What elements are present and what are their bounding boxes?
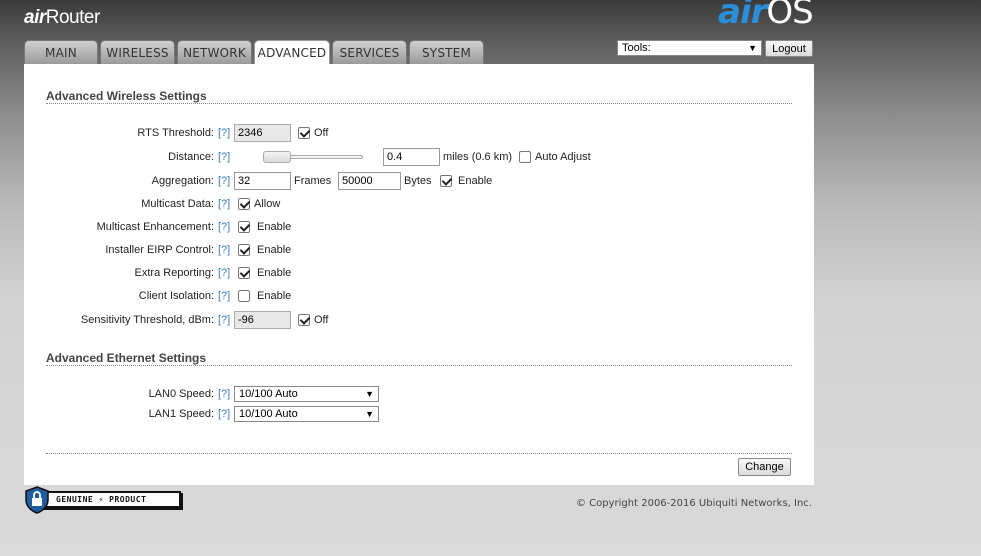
multicast-enhancement-help-link[interactable]: [?] [218, 221, 230, 233]
aggregation-help-link[interactable]: [?] [218, 175, 230, 187]
lan1-speed-select[interactable]: 10/100 Auto ▼ [234, 406, 379, 422]
bytes-label: Bytes [404, 175, 432, 187]
installer-eirp-checkbox[interactable] [238, 244, 250, 256]
airos-logo: airOS [718, 0, 814, 32]
section-divider [46, 365, 792, 366]
sensitivity-row: Sensitivity Threshold, dBm: [?] Off [24, 311, 814, 329]
lock-shield-icon [25, 486, 49, 514]
rts-threshold-label: RTS Threshold: [137, 127, 214, 139]
multicast-enhancement-checkbox[interactable] [238, 221, 250, 233]
tools-select-value: Tools: [622, 42, 651, 54]
aggregation-bytes-input[interactable] [338, 172, 401, 190]
distance-help-link[interactable]: [?] [218, 151, 230, 163]
auto-adjust-label: Auto Adjust [535, 151, 591, 163]
chevron-down-icon: ▼ [365, 409, 374, 419]
rts-threshold-input[interactable] [234, 124, 291, 142]
section-divider [46, 453, 792, 454]
aggregation-label: Aggregation: [151, 175, 214, 187]
settings-panel: Advanced Wireless Settings RTS Threshold… [24, 64, 814, 485]
chevron-down-icon: ▼ [365, 389, 374, 399]
logout-button[interactable]: Logout [765, 40, 813, 57]
tab-advanced[interactable]: ADVANCED [254, 40, 330, 64]
multicast-enhancement-row: Multicast Enhancement: [?] Enable [24, 218, 814, 236]
chevron-down-icon: ▼ [748, 43, 757, 53]
aggregation-enable-label: Enable [458, 175, 493, 187]
logo-product: Router [45, 7, 101, 28]
lan0-help-link[interactable]: [?] [218, 388, 230, 400]
sensitivity-off-label: Off [314, 314, 329, 326]
main-tabs: MAIN WIRELESS NETWORK ADVANCED SERVICES … [24, 40, 486, 64]
distance-input[interactable] [383, 148, 440, 166]
multicast-data-row: Multicast Data: [?] Allow [24, 195, 814, 213]
extra-reporting-label: Extra Reporting: [134, 267, 214, 279]
installer-eirp-label: Installer EIRP Control: [105, 244, 214, 256]
multicast-data-checkbox[interactable] [238, 198, 250, 210]
lan1-speed-row: LAN1 Speed: [?] 10/100 Auto ▼ [24, 406, 814, 424]
distance-slider-handle[interactable] [263, 151, 291, 163]
multicast-enhancement-label: Multicast Enhancement: [96, 221, 214, 233]
lan0-speed-value: 10/100 Auto [239, 388, 298, 400]
logo-air: air [24, 7, 46, 28]
installer-eirp-help-link[interactable]: [?] [218, 244, 230, 256]
rts-help-link[interactable]: [?] [218, 127, 230, 139]
airrouter-logo: airRouter [24, 7, 100, 29]
rts-threshold-row: RTS Threshold: [?] Off [24, 124, 814, 142]
ethernet-section-title: Advanced Ethernet Settings [46, 351, 207, 365]
lan0-speed-label: LAN0 Speed: [148, 388, 214, 400]
lan1-speed-label: LAN1 Speed: [148, 408, 214, 420]
lan1-help-link[interactable]: [?] [218, 408, 230, 420]
brand-os: OS [766, 0, 813, 32]
aggregation-enable-checkbox[interactable] [440, 175, 452, 187]
multicast-data-help-link[interactable]: [?] [218, 198, 230, 210]
lan1-speed-value: 10/100 Auto [239, 408, 298, 420]
tab-main[interactable]: MAIN [24, 40, 98, 64]
section-divider [46, 103, 792, 104]
genuine-product-text: GENUINE ⚡ PRODUCT [36, 491, 181, 508]
tab-services[interactable]: SERVICES [332, 40, 407, 64]
multicast-data-option: Allow [254, 198, 281, 210]
tab-network[interactable]: NETWORK [177, 40, 252, 64]
distance-row: Distance: [?] miles (0.6 km) Auto Adjust [24, 148, 814, 166]
installer-eirp-row: Installer EIRP Control: [?] Enable [24, 241, 814, 259]
frames-label: Frames [294, 175, 332, 187]
distance-unit-text: miles (0.6 km) [443, 151, 513, 163]
client-isolation-option: Enable [257, 290, 292, 302]
sensitivity-input[interactable] [234, 311, 291, 329]
lan0-speed-select[interactable]: 10/100 Auto ▼ [234, 386, 379, 402]
tab-system[interactable]: SYSTEM [409, 40, 484, 64]
rts-off-checkbox[interactable] [298, 127, 310, 139]
distance-label: Distance: [168, 151, 214, 163]
sensitivity-label: Sensitivity Threshold, dBm: [80, 314, 214, 326]
tools-select[interactable]: Tools: ▼ [617, 40, 762, 56]
change-button[interactable]: Change [738, 458, 791, 476]
genuine-product-badge: GENUINE ⚡ PRODUCT [24, 486, 182, 514]
aggregation-row: Aggregation: [?] Frames Bytes Enable [24, 172, 814, 190]
installer-eirp-option: Enable [257, 244, 292, 256]
extra-reporting-option: Enable [257, 267, 292, 279]
sensitivity-help-link[interactable]: [?] [218, 314, 230, 326]
extra-reporting-help-link[interactable]: [?] [218, 267, 230, 279]
wireless-section-title: Advanced Wireless Settings [46, 89, 207, 103]
multicast-enhancement-option: Enable [257, 221, 292, 233]
sensitivity-off-checkbox[interactable] [298, 314, 310, 326]
multicast-data-label: Multicast Data: [141, 198, 214, 210]
brand-air: air [718, 0, 767, 32]
tab-wireless[interactable]: WIRELESS [100, 40, 175, 64]
extra-reporting-row: Extra Reporting: [?] Enable [24, 264, 814, 282]
extra-reporting-checkbox[interactable] [238, 267, 250, 279]
auto-adjust-checkbox[interactable] [519, 151, 531, 163]
aggregation-frames-input[interactable] [234, 172, 291, 190]
client-isolation-label: Client Isolation: [138, 290, 214, 302]
client-isolation-help-link[interactable]: [?] [218, 290, 230, 302]
rts-off-label: Off [314, 127, 329, 139]
client-isolation-checkbox[interactable] [238, 290, 250, 302]
client-isolation-row: Client Isolation: [?] Enable [24, 287, 814, 305]
copyright-text: © Copyright 2006-2016 Ubiquiti Networks,… [576, 498, 812, 509]
lan0-speed-row: LAN0 Speed: [?] 10/100 Auto ▼ [24, 386, 814, 404]
